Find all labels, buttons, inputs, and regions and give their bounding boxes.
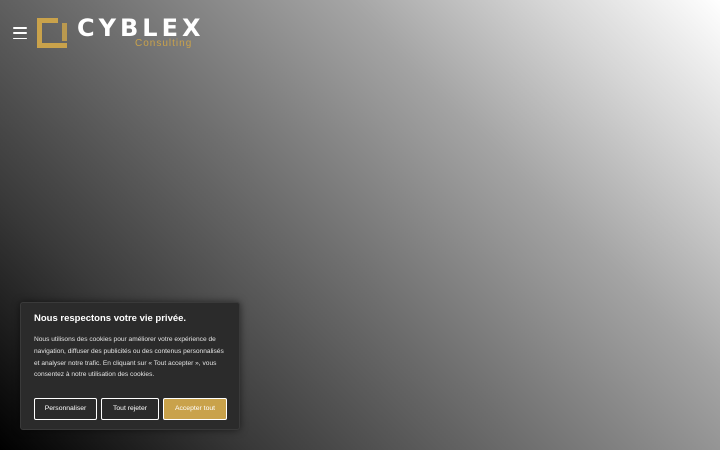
square-logo-icon <box>37 18 67 48</box>
personalize-button[interactable]: Personnaliser <box>34 398 97 420</box>
hamburger-line <box>13 32 27 34</box>
site-logo[interactable]: CYBLEX Consulting <box>37 15 200 52</box>
hamburger-menu-icon[interactable] <box>13 27 27 39</box>
accept-all-button[interactable]: Accepter tout <box>163 398 227 420</box>
cookie-consent-banner: Nous respectons votre vie privée. Nous u… <box>20 302 240 430</box>
reject-all-button[interactable]: Tout rejeter <box>101 398 159 420</box>
hamburger-line <box>13 27 27 29</box>
cookie-banner-title: Nous respectons votre vie privée. <box>34 313 187 324</box>
cookie-button-group: Personnaliser Tout rejeter Accepter tout <box>34 398 227 420</box>
logo-subtitle: Consulting <box>135 38 193 49</box>
cookie-banner-text: Nous utilisons des cookies pour améliore… <box>34 336 224 379</box>
site-header: CYBLEX Consulting <box>0 0 720 70</box>
hamburger-line <box>13 37 27 39</box>
